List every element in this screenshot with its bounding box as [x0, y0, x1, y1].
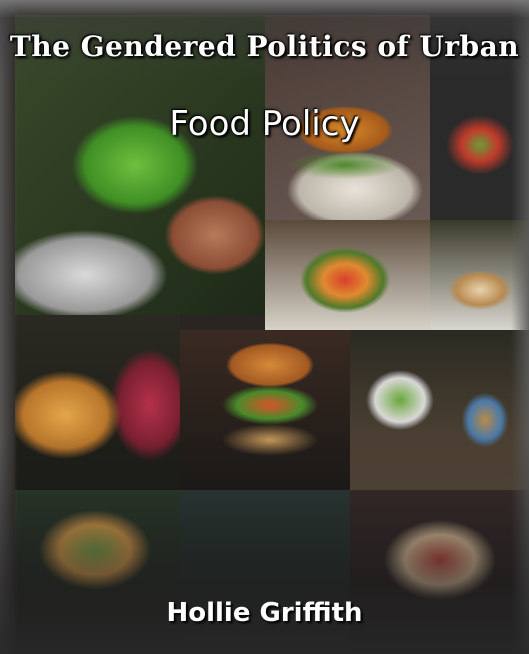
bottom-center-photo [180, 490, 350, 654]
salad-plate-photo [350, 330, 529, 490]
potatoes-photo [15, 315, 180, 490]
burger-photo-center [180, 330, 350, 490]
book-title-line-2: Food Policy [169, 104, 360, 144]
book-cover: The Gendered Politics of Urban Food Poli… [0, 0, 529, 654]
table-photo [430, 220, 529, 330]
vegetables-photo [265, 220, 430, 330]
book-author: Hollie Griffith [166, 598, 363, 628]
bottom-left-photo [15, 490, 180, 654]
book-title-line-1: The Gendered Politics of Urban [9, 30, 520, 63]
bottom-right-photo [350, 490, 529, 654]
